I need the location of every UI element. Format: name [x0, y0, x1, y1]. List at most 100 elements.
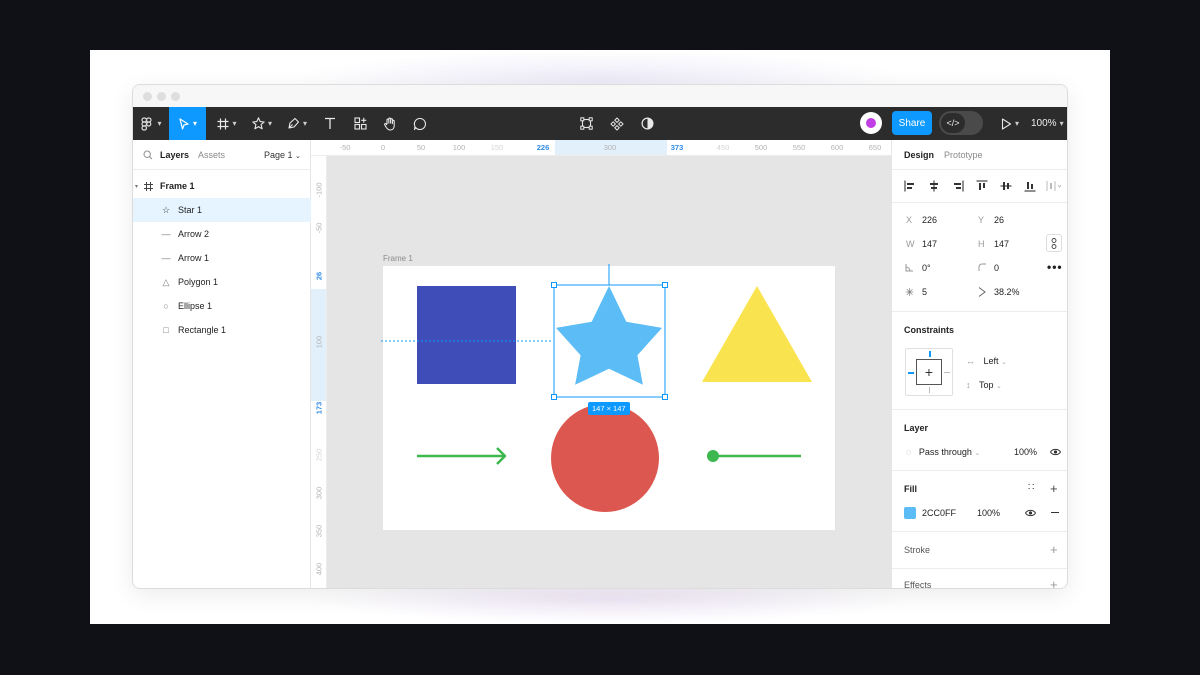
layer-opacity-input[interactable]: 100%: [1014, 447, 1037, 457]
width-label: W: [906, 239, 915, 249]
move-tool-button[interactable]: ▾: [169, 107, 206, 140]
width-input[interactable]: 147: [922, 239, 937, 249]
ruler-tick: -100: [314, 182, 324, 198]
arrow-1[interactable]: [417, 447, 507, 465]
constraint-top-indicator[interactable]: [929, 351, 931, 357]
align-right-icon[interactable]: [952, 180, 964, 192]
window-minimize-dot[interactable]: [157, 92, 166, 101]
zoom-dropdown[interactable]: 100% ▾: [1031, 107, 1064, 140]
resize-handle-top-left[interactable]: [551, 282, 557, 288]
corner-radius-input[interactable]: 0: [994, 263, 999, 273]
frame-tool-button[interactable]: ▾: [211, 107, 243, 140]
resources-tool-button[interactable]: [349, 107, 371, 140]
align-horizontal-center-icon[interactable]: [928, 180, 940, 192]
frame-1[interactable]: 147 × 147: [381, 264, 835, 530]
polygon-1[interactable]: [702, 286, 812, 382]
star-points-input[interactable]: 5: [922, 287, 927, 297]
layer-row-ellipse-1[interactable]: ○ Ellipse 1: [133, 294, 311, 318]
window-maximize-dot[interactable]: [171, 92, 180, 101]
star-ratio-input[interactable]: 38.2%: [994, 287, 1020, 297]
horizontal-constraint-value: Left: [983, 356, 999, 366]
constrain-proportions-button[interactable]: [1046, 234, 1062, 252]
align-bottom-icon[interactable]: [1024, 180, 1036, 192]
layer-row-rectangle-1[interactable]: □ Rectangle 1: [133, 318, 311, 342]
create-component-button[interactable]: [606, 107, 628, 140]
constraint-left-indicator[interactable]: [908, 372, 914, 374]
layer-row-star-1[interactable]: ☆ Star 1: [133, 198, 311, 222]
align-vertical-center-icon[interactable]: [1000, 180, 1012, 192]
height-input[interactable]: 147: [994, 239, 1009, 249]
more-options-icon[interactable]: •••: [1047, 260, 1063, 274]
layer-row-frame-1[interactable]: ▾ Frame 1: [133, 174, 311, 198]
fill-hex-input[interactable]: 2CC0FF: [922, 508, 956, 518]
rotation-input[interactable]: 0°: [922, 263, 931, 273]
distribute-icon[interactable]: [1046, 180, 1062, 192]
ruler-tick: 300: [603, 143, 617, 152]
edit-object-button[interactable]: [575, 107, 597, 140]
vertical-constraint-select[interactable]: ↕ Top ⌄: [966, 380, 1002, 390]
align-left-icon[interactable]: [904, 180, 916, 192]
resize-handle-bottom-left[interactable]: [551, 394, 557, 400]
tab-prototype[interactable]: Prototype: [944, 150, 983, 160]
ruler-tick: 250: [314, 448, 324, 462]
user-avatar[interactable]: [860, 112, 882, 134]
eye-icon[interactable]: [1050, 448, 1061, 456]
constraints-title: Constraints: [904, 325, 955, 335]
tab-assets[interactable]: Assets: [198, 150, 225, 160]
star-points-icon: ✳: [905, 287, 915, 299]
chevron-down-icon: ▾: [232, 119, 237, 128]
x-input[interactable]: 226: [922, 215, 937, 225]
dev-mode-toggle[interactable]: </>: [939, 111, 983, 135]
pen-tool-button[interactable]: ▾: [281, 107, 313, 140]
add-stroke-icon[interactable]: +: [1050, 543, 1058, 556]
transform-section: X 226 Y 26 W 147 H 147 0° 0 ••• ✳ 5 38.2…: [892, 203, 1067, 312]
fill-color-swatch[interactable]: [904, 507, 916, 519]
constraint-bottom-indicator[interactable]: [929, 387, 930, 393]
chevron-down-icon: ▾: [267, 119, 272, 128]
chevron-down-icon: ▾: [157, 119, 162, 128]
add-fill-icon[interactable]: +: [1050, 482, 1058, 495]
constraint-right-indicator[interactable]: [944, 372, 950, 373]
layer-row-arrow-2[interactable]: — Arrow 2: [133, 222, 311, 246]
eye-icon[interactable]: [1025, 509, 1036, 517]
text-tool-button[interactable]: [319, 107, 341, 140]
comment-tool-button[interactable]: [409, 107, 431, 140]
resize-handle-bottom-right[interactable]: [662, 394, 668, 400]
avatar-image: [866, 118, 876, 128]
y-input[interactable]: 26: [994, 215, 1004, 225]
rectangle-1[interactable]: [417, 286, 516, 384]
fill-opacity-input[interactable]: 100%: [977, 508, 1000, 518]
layer-row-arrow-1[interactable]: — Arrow 1: [133, 246, 311, 270]
frame-label[interactable]: Frame 1: [383, 254, 413, 263]
blend-mode-select[interactable]: ◌ Pass through ⌄: [906, 447, 980, 457]
tab-design[interactable]: Design: [904, 150, 934, 160]
horizontal-ruler: -50 0 50 100 150 226 300 373 450 500 550…: [311, 140, 891, 156]
mask-button[interactable]: [636, 107, 658, 140]
ellipse-1[interactable]: [551, 404, 659, 512]
main-menu-button[interactable]: ▾: [133, 107, 169, 140]
star-1[interactable]: [556, 286, 662, 385]
remove-fill-icon[interactable]: [1051, 512, 1059, 513]
horizontal-constraint-select[interactable]: ↔ Left ⌄: [966, 356, 1007, 366]
shape-tool-button[interactable]: ▾: [246, 107, 278, 140]
constraints-widget[interactable]: +: [905, 348, 953, 396]
component-icon: [610, 116, 624, 131]
share-button[interactable]: Share: [892, 111, 932, 135]
layer-row-polygon-1[interactable]: △ Polygon 1: [133, 270, 311, 294]
align-top-icon[interactable]: [976, 180, 988, 192]
hand-tool-button[interactable]: [379, 107, 401, 140]
add-effect-icon[interactable]: +: [1050, 578, 1058, 588]
design-canvas[interactable]: Frame 1 147 × 147: [327, 156, 891, 588]
disclosure-triangle-icon[interactable]: ▾: [135, 183, 138, 190]
present-button[interactable]: ▾: [995, 107, 1025, 140]
horizontal-constraint-icon: ↔: [966, 356, 975, 366]
resize-handle-top-right[interactable]: [662, 282, 668, 288]
figma-logo-icon: [141, 116, 153, 131]
search-icon[interactable]: [143, 150, 153, 160]
fill-styles-icon[interactable]: ∷: [1028, 482, 1034, 493]
arrow-2[interactable]: [707, 450, 801, 462]
ruler-tick: 100: [452, 143, 466, 152]
window-close-dot[interactable]: [143, 92, 152, 101]
page-selector[interactable]: Page 1 ⌄: [264, 150, 301, 160]
tab-layers[interactable]: Layers: [160, 150, 189, 160]
